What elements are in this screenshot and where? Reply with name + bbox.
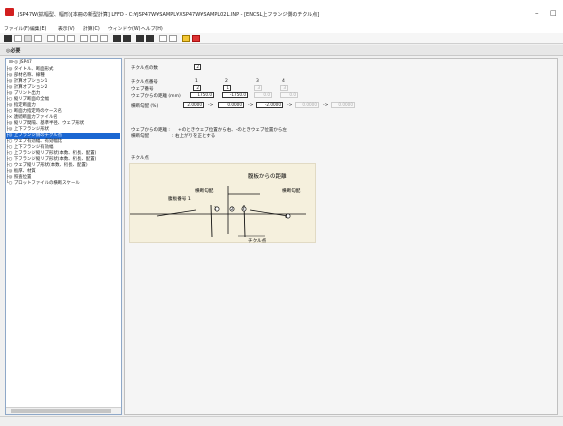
section-diagram: 腹板からの距離 横断勾配 横断勾配 腹板番号 1 チクル点 1 2 3 4 bbox=[129, 163, 316, 244]
num-points-field[interactable]: 2 bbox=[194, 64, 201, 70]
save-as-icon[interactable] bbox=[34, 35, 42, 42]
slope-label: 横断勾配 (%) bbox=[131, 104, 159, 109]
menu-calc[interactable]: 計算(C) bbox=[83, 25, 100, 32]
distance-title: 腹板からの距離 bbox=[248, 172, 287, 180]
calc-icon[interactable] bbox=[100, 35, 108, 42]
distance-field[interactable]: 1750.0 bbox=[190, 92, 214, 98]
save-icon[interactable] bbox=[24, 35, 32, 42]
diagram-section-label: チクル点 bbox=[131, 156, 149, 161]
slope-right-label: 横断勾配 bbox=[282, 187, 301, 194]
note-slope-text: : 右上がりを正とする bbox=[172, 134, 216, 139]
find-icon[interactable] bbox=[90, 35, 98, 42]
scroll-thumb[interactable] bbox=[11, 409, 111, 413]
right-slope-line bbox=[249, 209, 289, 217]
left-web-line bbox=[210, 204, 213, 238]
web-number-field[interactable]: 2 bbox=[193, 85, 201, 91]
num-points-label: チクル点の数 bbox=[131, 66, 158, 71]
arrow-text: -> bbox=[287, 103, 293, 108]
print-icon[interactable] bbox=[80, 35, 88, 42]
point-no-label: チクル点番号 bbox=[131, 80, 158, 85]
redo-icon[interactable] bbox=[169, 35, 177, 42]
point-number: 3 bbox=[256, 79, 259, 84]
point-number: 1 bbox=[195, 79, 198, 84]
note-slope-label: 横断勾配 bbox=[131, 134, 149, 139]
slope-field[interactable]: 0.0000 bbox=[295, 102, 319, 108]
cut-icon[interactable] bbox=[47, 35, 55, 42]
point-number: 4 bbox=[282, 79, 285, 84]
menu-edit[interactable]: 編集(E) bbox=[30, 25, 46, 32]
arrow-text: -> bbox=[248, 103, 254, 108]
slope-field[interactable]: 0.0000 bbox=[218, 102, 244, 108]
maximize-button[interactable]: □ bbox=[550, 9, 557, 17]
down-icon[interactable] bbox=[146, 35, 154, 42]
header-label: ◎必要 bbox=[6, 48, 21, 54]
point-number: 2 bbox=[225, 79, 228, 84]
web-number-field[interactable]: 3 bbox=[254, 85, 262, 91]
form-panel: チクル点の数 2 チクル点番号 1 2 3 4 ウェブ番号 2 1 3 3 ウェ… bbox=[124, 58, 558, 415]
slope-left-label: 横断勾配 bbox=[195, 187, 214, 194]
section-diagram-svg: 腹板からの距離 横断勾配 横断勾配 腹板番号 1 チクル点 1 2 3 4 bbox=[130, 172, 306, 244]
arrow-text: -> bbox=[323, 103, 329, 108]
distance-field[interactable]: 0.0 bbox=[280, 92, 298, 98]
point-name-label: チクル点 bbox=[248, 238, 267, 244]
distance-field[interactable]: -1750.0 bbox=[222, 92, 248, 98]
tree-item-plot-scale[interactable]: └○ プロットファイルの横断スケール bbox=[6, 181, 120, 187]
slope-field[interactable]: 2.0000 bbox=[183, 102, 204, 108]
tree-root[interactable]: ⊟-◎ JSP47 bbox=[9, 60, 32, 65]
home-icon[interactable] bbox=[182, 35, 190, 42]
move-up-icon[interactable] bbox=[113, 35, 121, 42]
menu-window[interactable]: ウィンドウ(W) bbox=[108, 25, 140, 32]
tree-panel: ⊟-◎ JSP47 ├◎ タイトル、断面形式 ├◎ 部材名称、線種 ├◎ 計算オ… bbox=[5, 58, 122, 415]
status-bar bbox=[0, 416, 563, 426]
window-title: JSP47W(拡幅型、幅形)[本冊の新型計算] LFFD - C:¥JSP47W… bbox=[18, 12, 320, 18]
horizontal-scrollbar[interactable] bbox=[6, 407, 121, 414]
slope-field[interactable]: 0.0000 bbox=[331, 102, 355, 108]
header-bar: ◎必要 bbox=[0, 45, 563, 56]
app-icon bbox=[5, 8, 14, 16]
distance-field[interactable]: 0.0 bbox=[254, 92, 272, 98]
move-down-icon[interactable] bbox=[123, 35, 131, 42]
left-slope-line bbox=[156, 209, 197, 217]
menu-bar: ファイル(F) 編集(E) 表示(V) 計算(C) ウィンドウ(W) ヘルプ(H… bbox=[0, 22, 563, 33]
web-number-field[interactable]: 1 bbox=[223, 85, 231, 91]
menu-help[interactable]: ヘルプ(H) bbox=[141, 25, 163, 32]
open-icon[interactable] bbox=[14, 35, 22, 42]
minimize-button[interactable]: – bbox=[535, 9, 539, 17]
web-no-label: ウェブ番号 bbox=[131, 87, 154, 92]
title-bar: JSP47W(拡幅型、幅形)[本冊の新型計算] LFFD - C:¥JSP47W… bbox=[0, 0, 563, 22]
distance-label: ウェブからの距離 (mm) bbox=[131, 94, 181, 99]
toolbar bbox=[0, 33, 563, 44]
menu-view[interactable]: 表示(V) bbox=[58, 25, 75, 32]
new-icon[interactable] bbox=[4, 35, 12, 42]
menu-file[interactable]: ファイル(F) bbox=[4, 25, 30, 32]
paste-icon[interactable] bbox=[67, 35, 75, 42]
close-icon[interactable] bbox=[192, 35, 200, 42]
arrow-text: -> bbox=[208, 103, 214, 108]
copy-icon[interactable] bbox=[57, 35, 65, 42]
web-number-field[interactable]: 3 bbox=[280, 85, 288, 91]
undo-icon[interactable] bbox=[159, 35, 167, 42]
up-icon[interactable] bbox=[136, 35, 144, 42]
slope-field[interactable]: -2.0000 bbox=[256, 102, 283, 108]
web-number-label: 腹板番号 1 bbox=[168, 195, 191, 202]
